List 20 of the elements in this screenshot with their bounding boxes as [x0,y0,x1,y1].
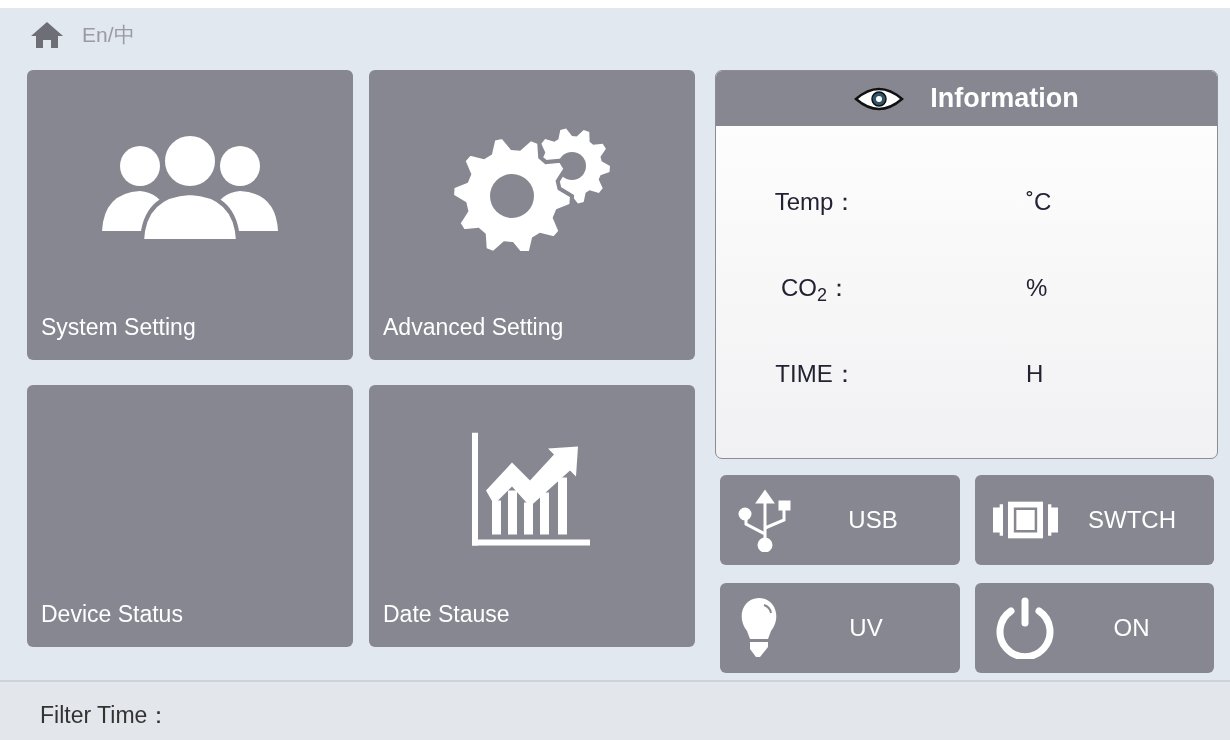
info-label: Temp： [773,187,859,217]
info-unit: % [1026,273,1048,303]
control-button[interactable]: ON [975,583,1214,673]
tile-button[interactable]: Date Stause [369,385,695,647]
chart-icon [472,432,592,548]
tile-button[interactable]: Device Status [27,385,353,647]
control-button[interactable]: SWTCH [975,475,1214,565]
tile-button[interactable]: System Setting [27,70,353,360]
status-label: Filter Time： [40,700,171,730]
control-button[interactable]: USB [720,475,960,565]
info-unit: H [1026,359,1044,389]
info-label: CO$_{2}$： [780,273,852,306]
info-label: TIME： [774,359,858,389]
info-unit: ˚C [1026,187,1052,217]
panel-title: Information [930,82,1079,116]
language-toggle[interactable]: En/中 [82,19,135,51]
control-button[interactable]: UV [720,583,960,673]
home-icon[interactable] [30,21,64,49]
usb-icon [738,488,794,552]
tile-button[interactable]: Advanced Setting [369,70,695,360]
